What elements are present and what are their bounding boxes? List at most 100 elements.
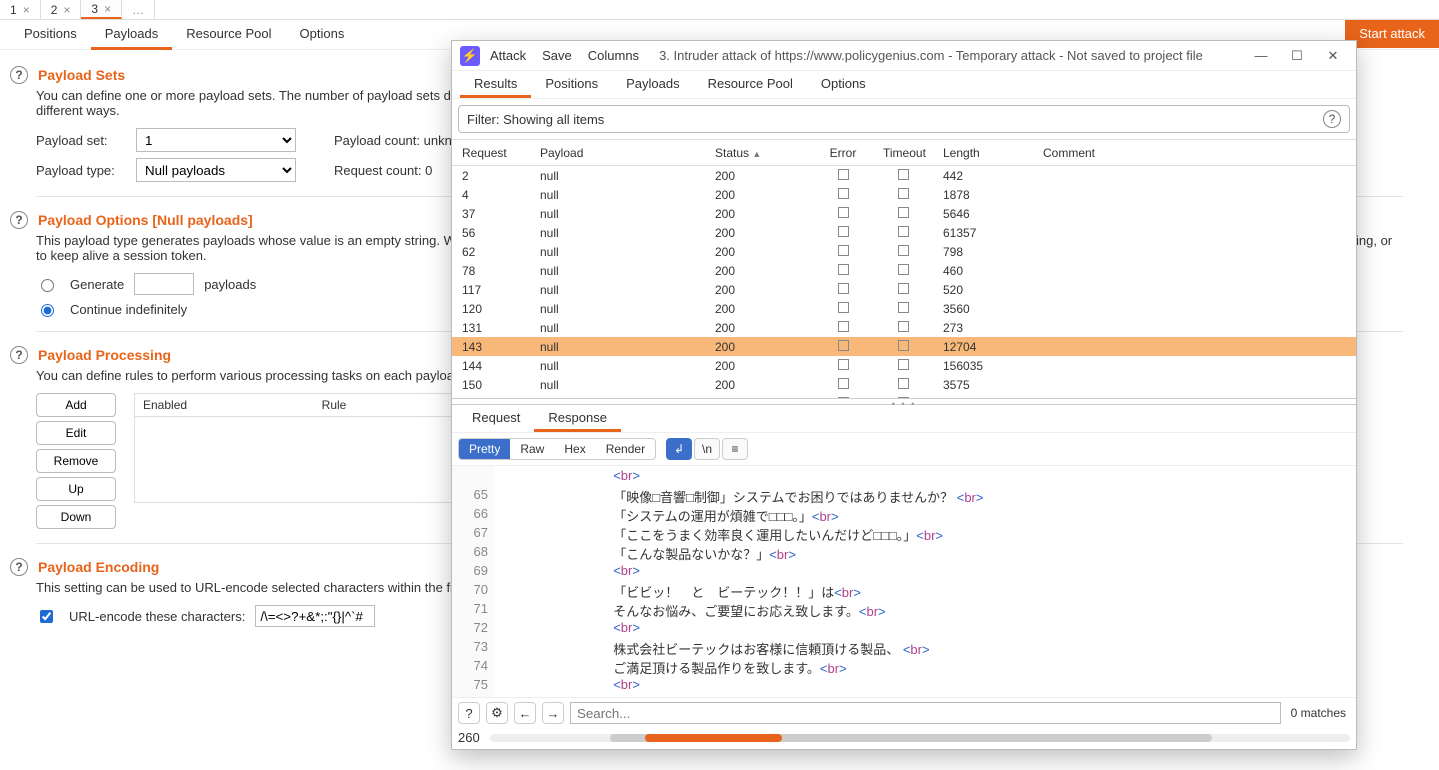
hamburger-icon[interactable]: ≡ (722, 438, 748, 460)
project-tab[interactable]: 2× (41, 0, 82, 19)
show-nonprint-toggle[interactable]: \n (694, 438, 720, 460)
close-button[interactable]: ✕ (1324, 48, 1342, 64)
col-request[interactable]: Request (452, 144, 530, 162)
url-encode-checkbox[interactable] (40, 610, 53, 623)
close-icon[interactable]: × (104, 2, 111, 16)
url-encode-label: URL-encode these characters: (69, 609, 245, 624)
table-row[interactable]: 78null200460 (452, 261, 1356, 280)
table-row[interactable]: 144null200156035 (452, 356, 1356, 375)
col-comment[interactable]: Comment (1033, 144, 1356, 162)
down-button[interactable]: Down (36, 505, 116, 529)
table-row[interactable]: 62null200798 (452, 242, 1356, 261)
project-tab[interactable]: 1× (0, 0, 41, 19)
col-payload[interactable]: Payload (530, 144, 705, 162)
popup-subtab[interactable]: Positions (531, 71, 612, 98)
remove-button[interactable]: Remove (36, 449, 116, 473)
view-mode-hex[interactable]: Hex (554, 439, 595, 459)
popup-subtab[interactable]: Results (460, 71, 531, 98)
help-icon[interactable]: ? (458, 702, 480, 724)
continue-label: Continue indefinitely (70, 302, 187, 317)
prev-match-button[interactable]: ← (514, 702, 536, 724)
gear-icon[interactable]: ⚙ (486, 702, 508, 724)
sort-asc-icon: ▲ (752, 149, 761, 159)
project-tabs: 1×2×3×… (0, 0, 1439, 20)
popup-subtabs: ResultsPositionsPayloadsResource PoolOpt… (452, 71, 1356, 99)
popup-subtab[interactable]: Resource Pool (694, 71, 807, 98)
sub-tab[interactable]: Options (286, 20, 359, 50)
url-encode-chars-input[interactable] (255, 605, 375, 627)
table-row[interactable]: 120null2003560 (452, 299, 1356, 318)
maximize-button[interactable]: ☐ (1288, 48, 1306, 64)
col-length[interactable]: Length (933, 144, 1033, 162)
popup-titlebar[interactable]: ⚡ AttackSaveColumns 3. Intruder attack o… (452, 41, 1356, 71)
continue-radio[interactable] (41, 304, 54, 317)
footer-count: 260 (458, 730, 480, 745)
sub-tab[interactable]: Resource Pool (172, 20, 285, 50)
menu-attack[interactable]: Attack (490, 48, 526, 63)
table-row[interactable]: 131null200273 (452, 318, 1356, 337)
table-row[interactable]: 37null2005646 (452, 204, 1356, 223)
help-icon[interactable]: ? (10, 211, 28, 229)
detail-tab-response[interactable]: Response (534, 405, 621, 432)
view-mode-pretty[interactable]: Pretty (459, 439, 510, 459)
col-status[interactable]: Status ▲ (705, 144, 813, 162)
more-tabs-button[interactable]: … (122, 0, 155, 19)
detail-tab-request[interactable]: Request (458, 405, 534, 432)
close-icon[interactable]: × (63, 3, 70, 17)
line-wrap-toggle[interactable]: ↲ (666, 438, 692, 460)
generate-radio[interactable] (41, 279, 54, 292)
help-icon[interactable]: ? (10, 346, 28, 364)
col-error[interactable]: Error (813, 144, 873, 162)
add-button[interactable]: Add (36, 393, 116, 417)
project-tab[interactable]: 3× (81, 0, 122, 19)
response-search-input[interactable] (570, 702, 1281, 724)
next-match-button[interactable]: → (542, 702, 564, 724)
progress-scrollbar[interactable] (490, 734, 1350, 742)
processing-rules-table[interactable]: Enabled Rule (134, 393, 454, 503)
intruder-attack-window: ⚡ AttackSaveColumns 3. Intruder attack o… (451, 40, 1357, 750)
menu-save[interactable]: Save (542, 48, 572, 63)
table-row[interactable]: 2null200442 (452, 166, 1356, 185)
sub-tab[interactable]: Positions (10, 20, 91, 50)
col-timeout[interactable]: Timeout (873, 144, 933, 162)
popup-footer: 260 (452, 728, 1356, 749)
filter-bar[interactable]: Filter: Showing all items ? (458, 105, 1350, 133)
table-row[interactable]: 143null20012704 (452, 337, 1356, 356)
popup-subtab[interactable]: Payloads (612, 71, 693, 98)
line-number-gutter: 656667686970717273747576 (452, 466, 494, 697)
match-count: 0 matches (1287, 706, 1350, 720)
results-header[interactable]: Request Payload Status ▲ Error Timeout L… (452, 140, 1356, 166)
close-icon[interactable]: × (23, 3, 30, 17)
minimize-button[interactable]: — (1252, 48, 1270, 64)
response-toolbar: PrettyRawHexRender ↲ \n ≡ (452, 433, 1356, 466)
help-icon[interactable]: ? (1323, 110, 1341, 128)
edit-button[interactable]: Edit (36, 421, 116, 445)
table-row[interactable]: 117null200520 (452, 280, 1356, 299)
view-mode-render[interactable]: Render (596, 439, 655, 459)
generate-label: Generate (70, 277, 124, 292)
help-icon[interactable]: ? (10, 558, 28, 576)
results-body[interactable]: 2null2004424null200187837null200564656nu… (452, 166, 1356, 398)
results-table: Request Payload Status ▲ Error Timeout L… (452, 139, 1356, 399)
code-lines[interactable]: <br> 「映像□音響□制御」システムでお困りではありませんか？ <br> 「シ… (494, 466, 990, 697)
start-attack-button[interactable]: Start attack (1345, 20, 1439, 48)
filter-text: Filter: Showing all items (467, 112, 604, 127)
popup-title-text: 3. Intruder attack of https://www.policy… (659, 48, 1252, 63)
sub-tab[interactable]: Payloads (91, 20, 172, 50)
up-button[interactable]: Up (36, 477, 116, 501)
menu-columns[interactable]: Columns (588, 48, 639, 63)
view-mode-raw[interactable]: Raw (510, 439, 554, 459)
view-mode-segment[interactable]: PrettyRawHexRender (458, 438, 656, 460)
table-row[interactable]: 56null20061357 (452, 223, 1356, 242)
payload-set-select[interactable]: 1 (136, 128, 296, 152)
table-row[interactable]: 4null2001878 (452, 185, 1356, 204)
table-row[interactable]: 150null2003575 (452, 375, 1356, 394)
response-code-view[interactable]: 656667686970717273747576 <br> 「映像□音響□制御」… (452, 466, 1356, 697)
help-icon[interactable]: ? (10, 66, 28, 84)
popup-subtab[interactable]: Options (807, 71, 880, 98)
table-row[interactable]: 237null2003559 (452, 394, 1356, 398)
generate-count-input[interactable] (134, 273, 194, 295)
detail-tabs: RequestResponse (452, 405, 1356, 433)
processing-buttons: Add Edit Remove Up Down (36, 393, 116, 529)
payload-type-select[interactable]: Null payloads (136, 158, 296, 182)
